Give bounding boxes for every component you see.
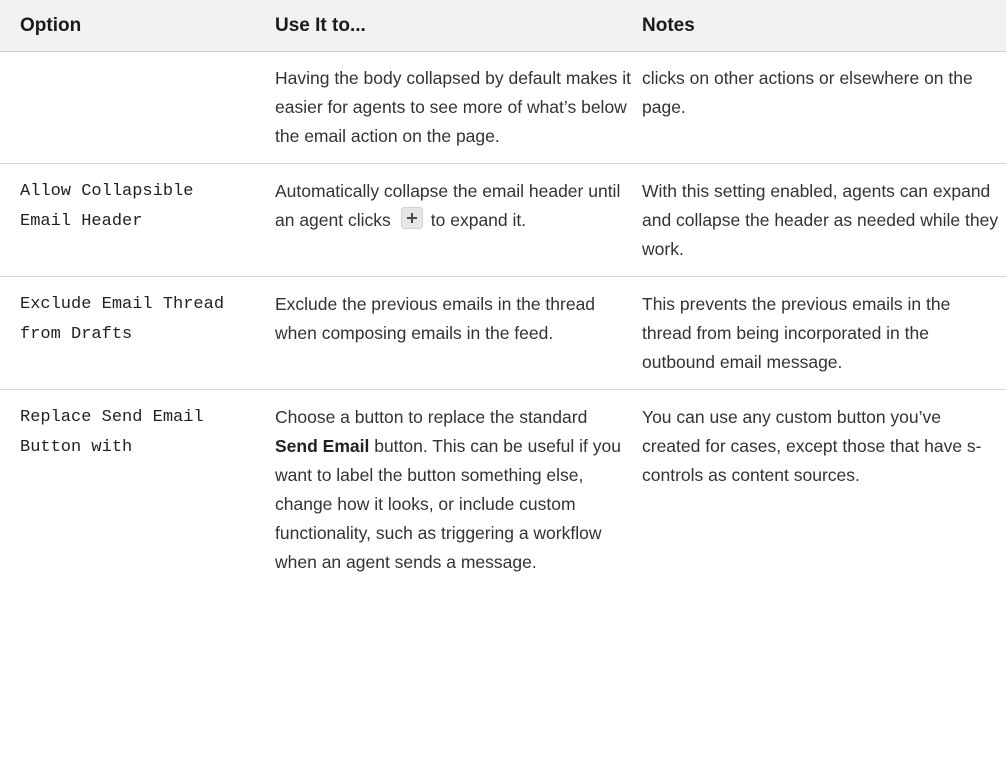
plus-icon	[400, 207, 423, 229]
header-option: Option	[0, 0, 265, 52]
table-header: Option Use It to... Notes	[0, 0, 1006, 52]
use-text-after: button. This can be useful if you want t…	[275, 436, 621, 572]
header-notes: Notes	[640, 0, 1006, 52]
option-cell: Allow Collapsible Email Header	[0, 163, 265, 277]
table-row: Having the body collapsed by default mak…	[0, 51, 1006, 164]
table-row: Replace Send Email Button with Choose a …	[0, 390, 1006, 590]
table-body: Having the body collapsed by default mak…	[0, 51, 1006, 590]
table-row: Exclude Email Thread from Drafts Exclude…	[0, 276, 1006, 390]
send-email-label: Send Email	[275, 436, 370, 456]
table-row: Allow Collapsible Email Header Automatic…	[0, 163, 1006, 277]
notes-cell: clicks on other actions or elsewhere on …	[640, 51, 1006, 164]
option-cell	[0, 51, 265, 164]
option-cell: Replace Send Email Button with	[20, 408, 204, 457]
notes-cell: This prevents the previous emails in the…	[640, 276, 1006, 390]
use-text-before: Choose a button to replace the standard	[275, 407, 588, 427]
use-text-after: to expand it.	[430, 210, 527, 230]
use-cell: Having the body collapsed by default mak…	[265, 51, 640, 164]
use-cell: Automatically collapse the email header …	[265, 163, 640, 277]
notes-cell: You can use any custom button you’ve cre…	[642, 407, 982, 485]
header-use: Use It to...	[265, 0, 640, 52]
use-cell: Choose a button to replace the standard …	[265, 390, 640, 590]
option-cell: Exclude Email Thread from Drafts	[0, 276, 265, 390]
use-cell: Exclude the previous emails in the threa…	[265, 276, 640, 390]
header-row: Option Use It to... Notes	[0, 0, 1006, 52]
notes-cell: With this setting enabled, agents can ex…	[640, 163, 1006, 277]
options-table: Option Use It to... Notes Having the bod…	[0, 0, 1006, 589]
